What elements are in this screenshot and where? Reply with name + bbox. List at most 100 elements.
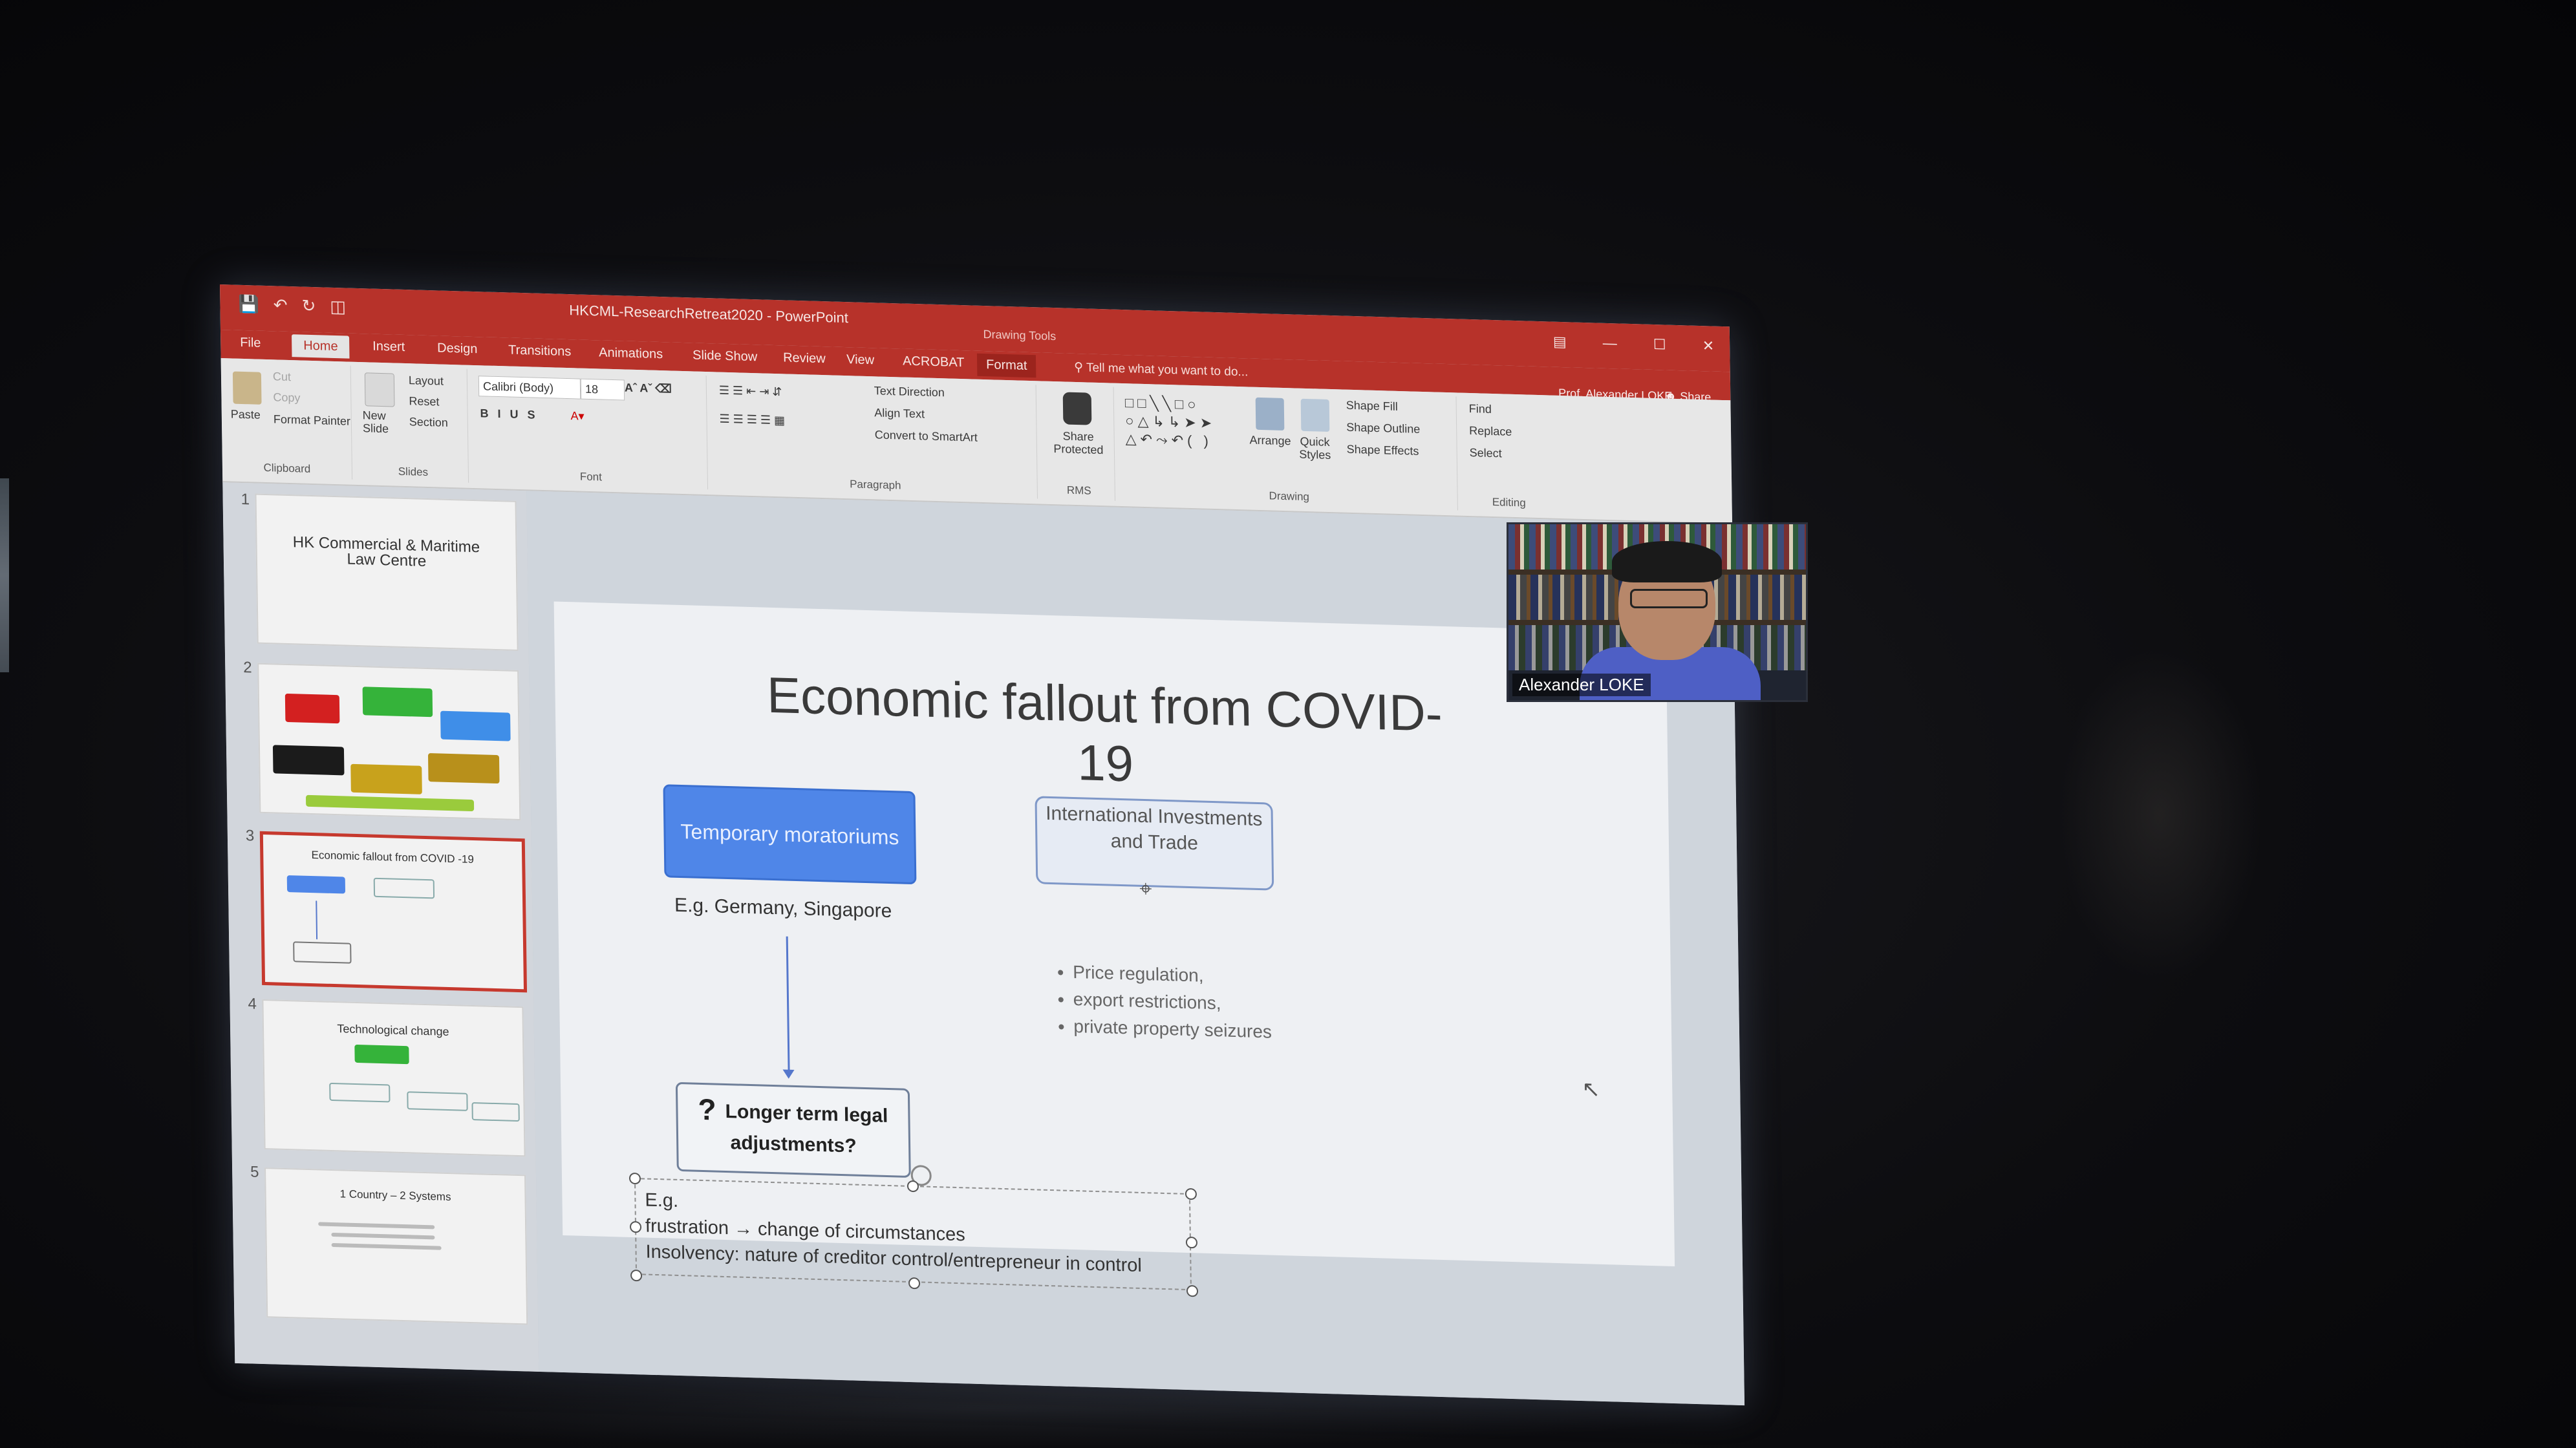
shapes-gallery[interactable]: □□╲╲□○ ○△↳↳➤➤ △↶⤳↶( ) xyxy=(1125,394,1242,451)
present-icon[interactable]: ◫ xyxy=(330,297,360,317)
resize-handle[interactable] xyxy=(907,1180,919,1193)
thumb-number-2: 2 xyxy=(243,659,252,677)
resize-handle[interactable] xyxy=(1186,1284,1199,1297)
group-slides: New Slide Layout Reset Section Slides xyxy=(356,365,469,483)
thumbnail-slide-5[interactable]: 1 Country – 2 Systems xyxy=(264,1167,528,1325)
font-color-icon[interactable]: A▾ xyxy=(570,409,584,423)
minimize-icon[interactable]: — xyxy=(1603,335,1617,352)
undo-icon[interactable]: ↶ xyxy=(274,295,302,315)
select-button[interactable]: Select xyxy=(1470,446,1502,460)
font-family-select[interactable]: Calibri (Body) xyxy=(478,376,581,399)
tab-slide-show[interactable]: Slide Show xyxy=(692,348,757,365)
group-clipboard: Paste Cut Copy Format Painter Clipboard xyxy=(220,362,353,480)
group-rms: Share Protected RMS xyxy=(1042,385,1115,501)
thumbnail-slide-1[interactable]: HK Commercial & Maritime Law Centre xyxy=(255,493,519,651)
mini-outline-box xyxy=(471,1102,520,1122)
align-text-button[interactable]: Align Text xyxy=(874,406,925,421)
text-direction-button[interactable]: Text Direction xyxy=(874,384,945,399)
resize-handle[interactable] xyxy=(908,1277,921,1290)
format-painter-button[interactable]: Format Painter xyxy=(274,412,350,428)
paste-icon[interactable] xyxy=(232,371,262,405)
save-icon[interactable]: 💾 xyxy=(238,294,274,315)
shape-effects-button[interactable]: Shape Effects xyxy=(1347,443,1419,458)
maximize-icon[interactable]: ☐ xyxy=(1653,336,1666,353)
mini-outline-box xyxy=(373,877,435,899)
layout-button[interactable]: Layout xyxy=(409,374,444,389)
resize-handle[interactable] xyxy=(1185,1187,1197,1200)
thumbnail-slide-2[interactable] xyxy=(257,663,521,821)
mini-question-box xyxy=(293,941,352,964)
mini-outline-box xyxy=(329,1082,391,1103)
resize-handle[interactable] xyxy=(629,1220,642,1233)
convert-smartart-button[interactable]: Convert to SmartArt xyxy=(875,428,978,444)
mini-blue-box xyxy=(286,875,346,894)
tab-file[interactable]: File xyxy=(240,335,261,351)
font-group-label: Font xyxy=(579,470,603,484)
video-call-thumbnail[interactable]: Alexander LOKE xyxy=(1507,522,1808,702)
tab-view[interactable]: View xyxy=(846,352,874,368)
arrange-button[interactable]: Arrange xyxy=(1249,434,1291,449)
rms-group-label: RMS xyxy=(1066,484,1091,497)
slide-thumbnail-pane: 1 HK Commercial & Maritime Law Centre 2 … xyxy=(222,482,541,1372)
bullets-icon[interactable]: ☰ ☰ ⇤ ⇥ ⇵ xyxy=(719,384,782,399)
temporary-moratoriums-box[interactable]: Temporary moratoriums xyxy=(663,784,917,885)
tell-me-text: Tell me what you want to do... xyxy=(1086,361,1249,379)
mini-outline-box xyxy=(407,1091,468,1111)
mini-text-line xyxy=(331,1232,435,1240)
bullet-item: private property seizures xyxy=(1073,1013,1272,1046)
thumb-number-4: 4 xyxy=(248,995,257,1013)
section-button[interactable]: Section xyxy=(409,415,448,430)
font-size-select[interactable]: 18 xyxy=(580,378,625,401)
copy-button[interactable]: Copy xyxy=(273,390,300,405)
tab-acrobat[interactable]: ACROBAT xyxy=(903,354,965,371)
font-format-icons[interactable]: BIUS xyxy=(480,407,544,422)
quick-styles-button[interactable]: Quick Styles xyxy=(1292,434,1338,462)
shape-outline-button[interactable]: Shape Outline xyxy=(1346,421,1420,436)
ribbon-display-icon[interactable]: ▤ xyxy=(1553,334,1567,350)
tab-animations[interactable]: Animations xyxy=(599,345,663,362)
tab-design[interactable]: Design xyxy=(437,341,478,357)
thumb-4-title: Technological change xyxy=(337,1022,449,1039)
ambient-right-reflection xyxy=(2056,646,2263,983)
thumbnail-slide-3[interactable]: Economic fallout from COVID -19 xyxy=(259,831,528,993)
resize-handle[interactable] xyxy=(630,1269,643,1282)
tab-insert[interactable]: Insert xyxy=(372,339,405,355)
grow-shrink-font-icons[interactable]: Aˆ Aˇ ⌫ xyxy=(625,381,672,396)
lock-icon[interactable] xyxy=(1062,392,1092,425)
cut-button[interactable]: Cut xyxy=(273,370,291,384)
measures-bullet-list[interactable]: Price regulation, export restrictions, p… xyxy=(1047,958,1272,1046)
redo-icon[interactable]: ↻ xyxy=(301,296,330,316)
resize-handle[interactable] xyxy=(628,1172,641,1185)
tab-transitions[interactable]: Transitions xyxy=(508,343,571,359)
connector-arrow[interactable] xyxy=(786,936,790,1072)
quick-styles-icon[interactable] xyxy=(1300,398,1330,432)
longer-term-question-box[interactable]: ? Longer term legal adjustments? xyxy=(675,1081,911,1178)
find-button[interactable]: Find xyxy=(1469,402,1492,416)
new-slide-icon[interactable] xyxy=(364,372,395,407)
reset-button[interactable]: Reset xyxy=(409,394,439,409)
tab-review[interactable]: Review xyxy=(783,350,826,367)
resize-handle[interactable] xyxy=(1185,1236,1198,1249)
example-countries-caption[interactable]: E.g. Germany, Singapore xyxy=(674,895,892,922)
arrange-icon[interactable] xyxy=(1255,397,1285,431)
slide-title[interactable]: Economic fallout from COVID-19 xyxy=(749,665,1461,803)
tab-home[interactable]: Home xyxy=(292,334,350,359)
drawing-tools-label: Drawing Tools xyxy=(983,327,1057,343)
thumb-number-3: 3 xyxy=(245,827,255,845)
thumb-number-1: 1 xyxy=(241,490,250,509)
group-editing: Find Replace Select Editing xyxy=(1462,397,1554,513)
share-protected-button[interactable]: Share Protected xyxy=(1049,429,1108,457)
replace-button[interactable]: Replace xyxy=(1469,424,1512,439)
international-investments-box[interactable]: International Investments and Trade xyxy=(1035,796,1274,891)
close-icon[interactable]: ✕ xyxy=(1702,337,1715,354)
shape-fill-button[interactable]: Shape Fill xyxy=(1346,399,1398,414)
tab-format[interactable]: Format xyxy=(976,353,1036,378)
align-icons[interactable]: ☰ ☰ ☰ ☰ ▦ xyxy=(719,412,785,428)
participant-name: Alexander LOKE xyxy=(1512,674,1651,696)
tell-me-search[interactable]: ⚲ Tell me what you want to do... xyxy=(1074,360,1248,380)
participant-hair xyxy=(1612,541,1722,582)
paragraph-group-label: Paragraph xyxy=(850,478,901,492)
thumbnail-slide-4[interactable]: Technological change xyxy=(262,999,526,1157)
editing-group-label: Editing xyxy=(1492,496,1526,509)
selected-text-box[interactable]: E.g. frustration → change of circumstanc… xyxy=(634,1178,1192,1291)
